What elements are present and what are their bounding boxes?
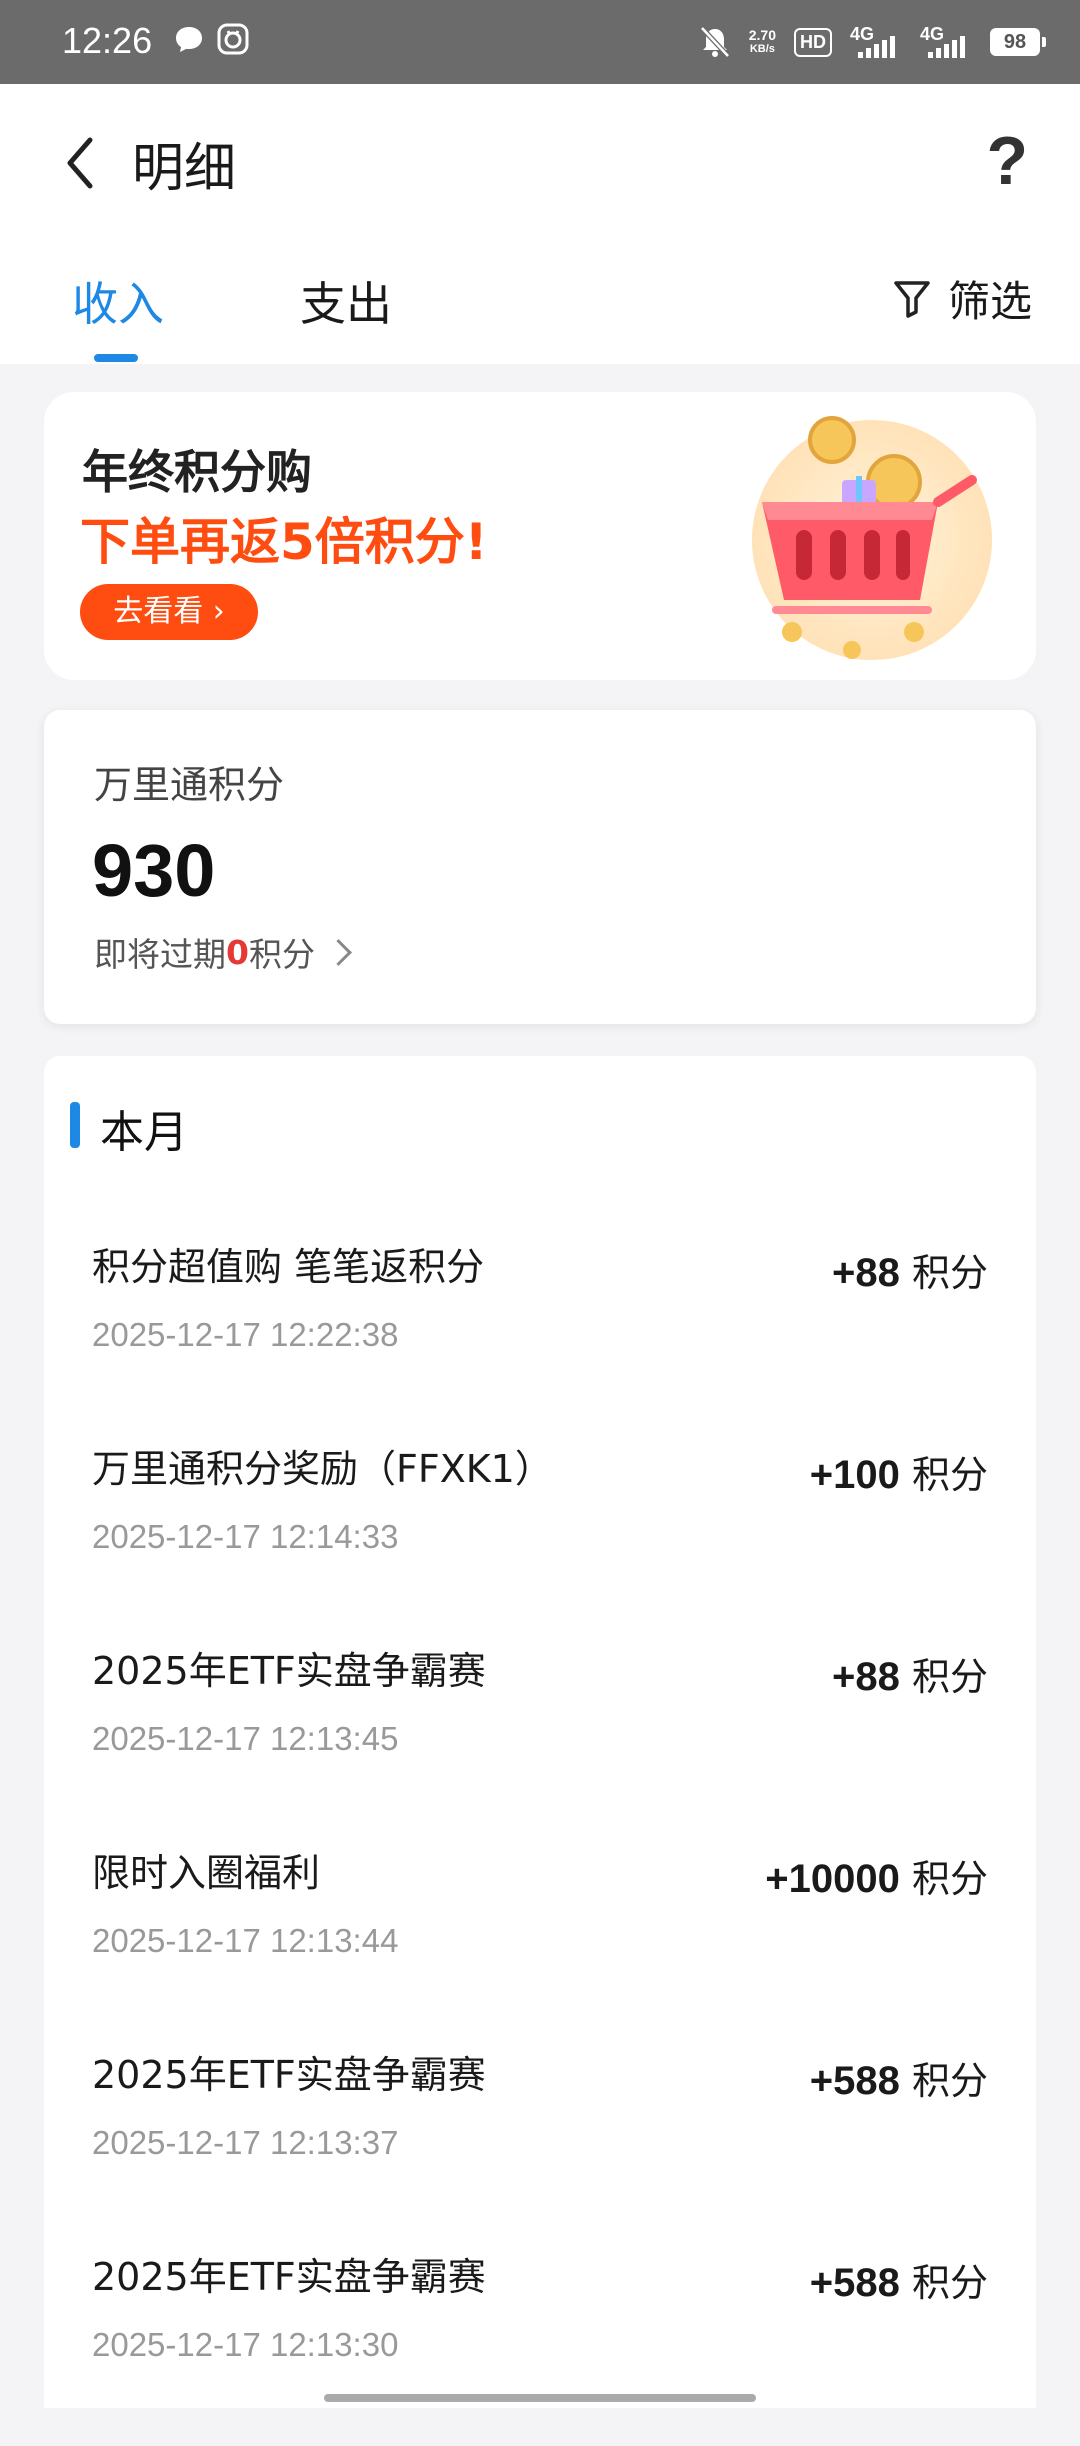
points-label: 万里通积分 xyxy=(94,763,285,807)
item-time: 2025-12-17 12:13:37 xyxy=(92,2124,399,2161)
item-amount-unit: 积分 xyxy=(911,1453,988,1497)
item-title: 万里通积分奖励（FFXK1） xyxy=(92,1447,553,1491)
chevron-right-icon xyxy=(325,938,352,966)
item-amount: +588 积分 xyxy=(810,2252,988,2307)
message-icon xyxy=(176,27,202,52)
promo-banner[interactable]: 年终积分购 下单再返5倍积分! 去看看 › xyxy=(44,392,1036,680)
promo-go-button[interactable]: 去看看 › xyxy=(80,584,258,640)
network-speed-value: 2.70 xyxy=(748,27,776,43)
item-amount: +10000 积分 xyxy=(765,1848,988,1903)
item-amount-value: +10000 xyxy=(765,1857,900,1901)
promo-subtitle: 下单再返5倍积分! xyxy=(80,513,488,571)
signal-sim2: 4G xyxy=(920,24,972,60)
app-notification-icon xyxy=(217,23,249,55)
points-summary-card: 万里通积分 930 即将过期 0 积分 xyxy=(44,710,1036,1024)
item-title: 限时入圈福利 xyxy=(92,1851,321,1895)
list-item[interactable]: 万里通积分奖励（FFXK1） 2025-12-17 12:14:33 +100 … xyxy=(44,1438,1036,1638)
list-item[interactable]: 限时入圈福利 2025-12-17 12:13:44 +10000 积分 xyxy=(44,1842,1036,2042)
tab-expense[interactable]: 支出 xyxy=(300,268,392,334)
item-title: 积分超值购 笔笔返积分 xyxy=(92,1245,485,1289)
status-bar: 12:26 2.70 KB/s HD 4G 4G 98 xyxy=(0,0,1080,84)
item-time: 2025-12-17 12:22:38 xyxy=(92,1316,399,1353)
item-time: 2025-12-17 12:14:33 xyxy=(92,1518,399,1555)
item-amount: +588 积分 xyxy=(810,2050,988,2105)
top-header: 明细 ? 收入 支出 筛选 xyxy=(0,84,1080,364)
item-amount-unit: 积分 xyxy=(911,2261,988,2305)
item-time: 2025-12-17 12:13:44 xyxy=(92,1922,399,1959)
transaction-list: 本月 积分超值购 笔笔返积分 2025-12-17 12:22:38 +88 积… xyxy=(44,1056,1036,2408)
hd-voice-badge: HD xyxy=(794,27,832,57)
item-amount-unit: 积分 xyxy=(911,1251,988,1295)
active-tab-indicator xyxy=(94,354,138,362)
battery-indicator: 98 xyxy=(990,28,1046,56)
points-balance: 930 xyxy=(92,829,216,912)
item-amount-unit: 积分 xyxy=(911,1655,988,1699)
item-amount-unit: 积分 xyxy=(911,1857,988,1901)
expire-suffix: 积分 xyxy=(248,935,315,974)
mute-bell-icon xyxy=(699,26,730,58)
item-amount-value: +88 xyxy=(832,1251,900,1295)
item-amount: +88 积分 xyxy=(832,1646,988,1701)
signal-sim1: 4G xyxy=(850,24,902,60)
shopping-cart-illustration-icon xyxy=(752,416,992,660)
section-accent-bar xyxy=(70,1102,80,1148)
signal-bars-icon xyxy=(928,36,965,58)
item-amount-value: +100 xyxy=(809,1453,900,1497)
signal-bars-icon xyxy=(858,36,895,58)
item-amount-value: +88 xyxy=(832,1655,900,1699)
item-amount: +88 积分 xyxy=(832,1242,988,1297)
back-arrow-icon[interactable] xyxy=(60,128,100,198)
item-amount-value: +588 xyxy=(809,2059,900,2103)
status-time: 12:26 xyxy=(62,20,153,61)
item-title: 2025年ETF实盘争霸赛 xyxy=(92,2053,486,2097)
home-indicator[interactable] xyxy=(324,2394,756,2402)
help-icon[interactable]: ? xyxy=(986,122,1028,200)
section-title-month: 本月 xyxy=(100,1107,188,1158)
expire-prefix: 即将过期 xyxy=(94,935,226,974)
status-indicators: 2.70 KB/s HD 4G 4G 98 xyxy=(699,18,1046,66)
item-amount-value: +588 xyxy=(809,2261,900,2305)
item-amount: +100 积分 xyxy=(810,1444,988,1499)
tab-income[interactable]: 收入 xyxy=(72,268,164,334)
list-item[interactable]: 2025年ETF实盘争霸赛 2025-12-17 12:13:37 +588 积… xyxy=(44,2044,1036,2244)
promo-title: 年终积分购 xyxy=(82,445,312,499)
list-item[interactable]: 2025年ETF实盘争霸赛 2025-12-17 12:13:30 +588 积… xyxy=(44,2246,1036,2446)
item-title: 2025年ETF实盘争霸赛 xyxy=(92,1649,486,1693)
filter-icon xyxy=(894,280,930,318)
network-speed: 2.70 KB/s xyxy=(749,28,776,56)
filter-button[interactable]: 筛选 xyxy=(892,268,1032,329)
item-amount-unit: 积分 xyxy=(911,2059,988,2103)
item-time: 2025-12-17 12:13:45 xyxy=(92,1720,399,1757)
network-speed-unit: KB/s xyxy=(749,43,775,55)
expire-value: 0 xyxy=(226,932,249,972)
item-title: 2025年ETF实盘争霸赛 xyxy=(92,2255,486,2299)
page-title: 明细 xyxy=(132,139,237,199)
item-time: 2025-12-17 12:13:30 xyxy=(92,2326,399,2363)
list-item[interactable]: 2025年ETF实盘争霸赛 2025-12-17 12:13:45 +88 积分 xyxy=(44,1640,1036,1840)
list-item[interactable]: 积分超值购 笔笔返积分 2025-12-17 12:22:38 +88 积分 xyxy=(44,1236,1036,1436)
filter-label: 筛选 xyxy=(947,277,1032,326)
expiring-points-link[interactable]: 即将过期 0 积分 xyxy=(94,928,352,976)
